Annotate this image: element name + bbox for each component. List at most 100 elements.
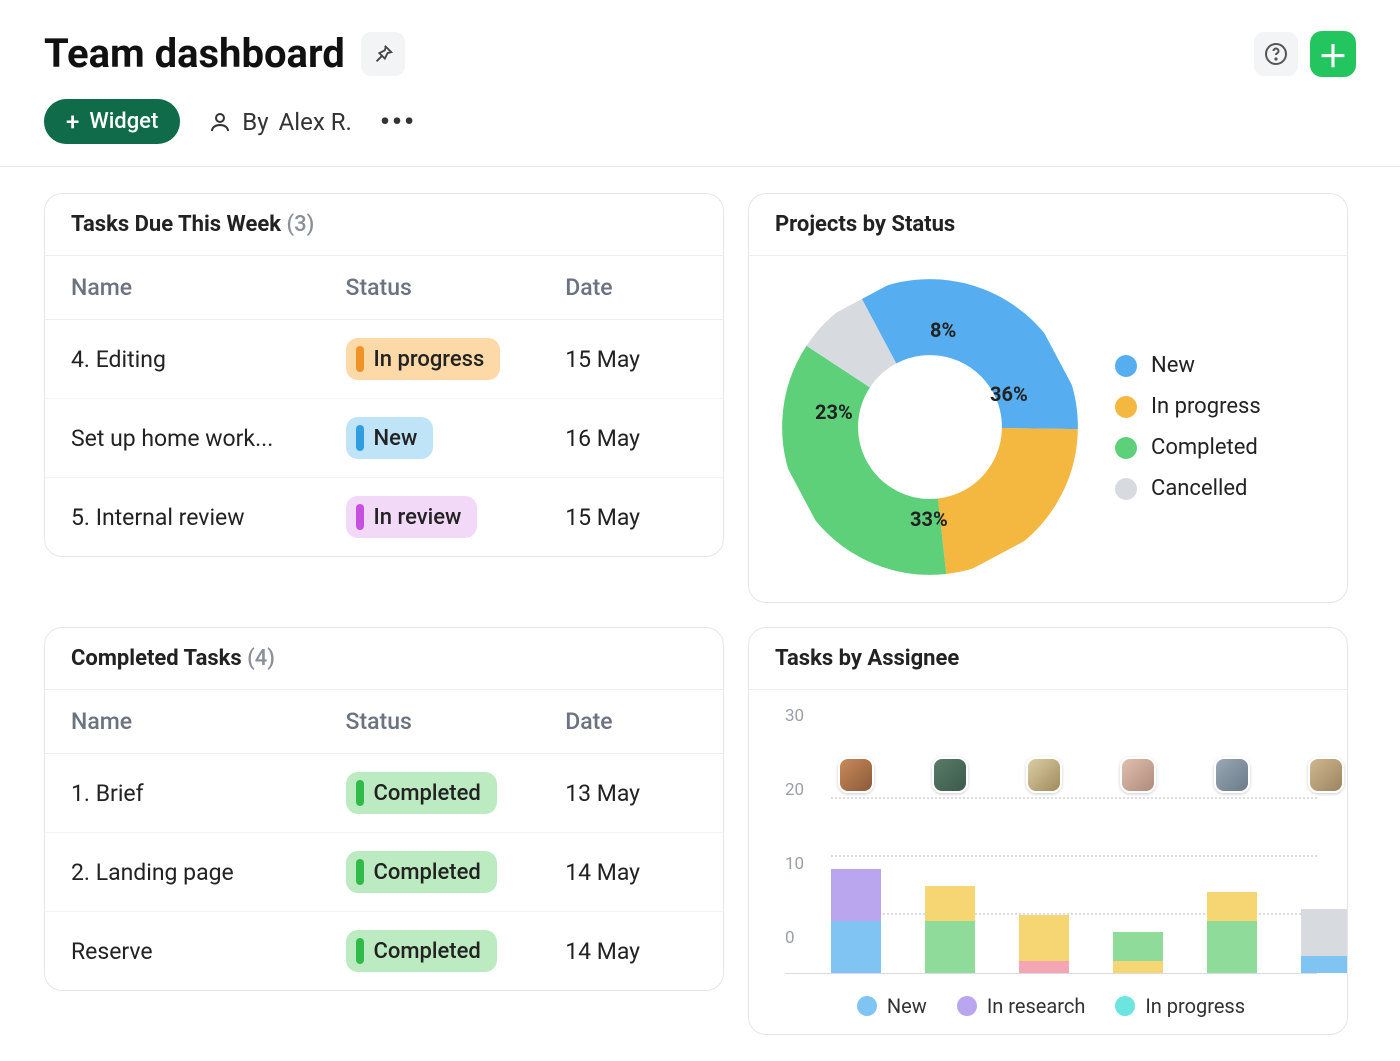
status-cell: Completed: [346, 930, 566, 972]
legend-label: Cancelled: [1151, 476, 1247, 501]
legend-label: In progress: [1151, 394, 1261, 419]
page-title: Team dashboard: [44, 30, 345, 77]
date-cell: 13 May: [565, 780, 697, 807]
completed-tasks-card: Completed Tasks (4) Name Status Date 1. …: [44, 627, 724, 991]
status-cell: In review: [346, 496, 566, 538]
table-row[interactable]: 2. Landing pageCompleted 14 May: [45, 833, 723, 912]
bar-segment: [1113, 961, 1163, 973]
legend-item: In progress: [1115, 994, 1245, 1018]
pin-icon: [372, 43, 394, 65]
donut-slice-label: 33%: [910, 507, 948, 531]
bar-column[interactable]: [925, 783, 975, 973]
task-name: 1. Brief: [71, 780, 346, 807]
task-name: 5. Internal review: [71, 504, 346, 531]
bar-segment: [1207, 892, 1257, 921]
avatar: [1120, 757, 1156, 793]
date-cell: 14 May: [565, 938, 697, 965]
card-title-text: Projects by Status: [775, 212, 955, 237]
col-date: Date: [565, 708, 697, 735]
card-count: (4): [247, 646, 275, 671]
task-name: Set up home work...: [71, 425, 346, 452]
widget-button-label: Widget: [89, 109, 158, 134]
card-title: Completed Tasks (4): [45, 628, 723, 690]
bar-chart: 3020100 NewIn researchIn progress: [749, 690, 1347, 1034]
add-widget-button[interactable]: + Widget: [44, 99, 180, 144]
legend-dot: [1115, 437, 1137, 459]
y-tick: 30: [785, 706, 1317, 726]
bar-segment: [1019, 961, 1069, 973]
bar-segment: [925, 886, 975, 921]
plus-icon: ＋: [1318, 32, 1348, 76]
status-badge: Completed: [346, 851, 497, 893]
status-cell: Completed: [346, 772, 566, 814]
plus-icon: +: [66, 110, 79, 134]
bar-segment: [831, 921, 881, 973]
status-badge: New: [346, 417, 434, 459]
bar-column[interactable]: [1019, 783, 1069, 973]
table-row[interactable]: 1. BriefCompleted13 May: [45, 754, 723, 833]
col-status: Status: [346, 708, 566, 735]
card-title: Tasks by Assignee: [749, 628, 1347, 690]
legend-item: New: [857, 994, 927, 1018]
donut-chart: 33%23%8%36%: [785, 282, 1075, 572]
card-title-text: Completed Tasks: [71, 646, 242, 671]
legend-item: Cancelled: [1115, 476, 1261, 501]
status-cell: Completed: [346, 851, 566, 893]
task-name: Reserve: [71, 938, 346, 965]
help-button[interactable]: [1254, 32, 1298, 76]
bar-column[interactable]: [1113, 783, 1163, 973]
legend-item: Completed: [1115, 435, 1261, 460]
pin-button[interactable]: [361, 32, 405, 76]
add-button[interactable]: ＋: [1310, 31, 1356, 77]
bar-segment: [831, 869, 881, 921]
card-title-text: Tasks Due This Week: [71, 212, 281, 237]
help-icon: [1264, 42, 1288, 66]
bar-segment: [925, 921, 975, 973]
legend-label: Completed: [1151, 435, 1258, 460]
avatar: [1214, 757, 1250, 793]
donut-legend: New In progress Completed Cancelled: [1115, 353, 1261, 501]
tasks-due-card: Tasks Due This Week (3) Name Status Date…: [44, 193, 724, 557]
status-cell: New: [346, 417, 566, 459]
table-row[interactable]: 5. Internal reviewIn review15 May: [45, 478, 723, 556]
author-info[interactable]: By Alex R.: [208, 108, 352, 136]
bar-segment: [1207, 921, 1257, 973]
avatar: [1308, 757, 1344, 793]
author-prefix: By: [242, 108, 268, 136]
donut-slice-label: 23%: [815, 400, 853, 424]
bar-column[interactable]: [1301, 783, 1348, 973]
col-status: Status: [346, 274, 566, 301]
dashboard-header: Team dashboard ＋ + Widget By Alex R. •••: [0, 0, 1400, 167]
legend-label: In research: [987, 994, 1086, 1018]
col-name: Name: [71, 274, 346, 301]
task-name: 4. Editing: [71, 346, 346, 373]
col-date: Date: [565, 274, 697, 301]
table-row[interactable]: 4. EditingIn progress15 May: [45, 320, 723, 399]
table-row[interactable]: ReserveCompleted 14 May: [45, 912, 723, 990]
avatar: [1026, 757, 1062, 793]
status-badge: Completed: [346, 930, 497, 972]
bar-segment: [1301, 956, 1348, 973]
more-menu-button[interactable]: •••: [380, 105, 416, 138]
table-header: Name Status Date: [45, 690, 723, 754]
bar-segment: [1301, 909, 1348, 955]
table-header: Name Status Date: [45, 256, 723, 320]
bar-column[interactable]: [1207, 783, 1257, 973]
legend-dot: [857, 996, 877, 1016]
legend-label: New: [1151, 353, 1195, 378]
card-title: Tasks Due This Week (3): [45, 194, 723, 256]
date-cell: 14 May: [565, 859, 697, 886]
donut-slice-label: 8%: [930, 318, 956, 342]
legend-label: In progress: [1145, 994, 1245, 1018]
legend-dot: [957, 996, 977, 1016]
card-count: (3): [286, 212, 314, 237]
col-name: Name: [71, 708, 346, 735]
table-row[interactable]: Set up home work...New16 May: [45, 399, 723, 478]
bar-legend: New In research In progress: [785, 974, 1317, 1024]
legend-item: In research: [957, 994, 1086, 1018]
task-name: 2. Landing page: [71, 859, 346, 886]
projects-by-status-card: Projects by Status 33%23%8%36% NewIn pro…: [748, 193, 1348, 603]
status-badge: In progress: [346, 338, 501, 380]
card-title: Projects by Status: [749, 194, 1347, 256]
bar-column[interactable]: [831, 783, 881, 973]
